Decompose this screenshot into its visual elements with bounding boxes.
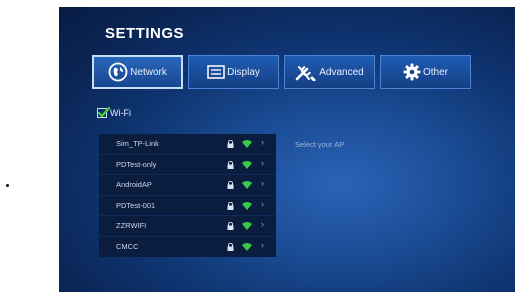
wifi-signal-icon xyxy=(242,242,252,251)
settings-title: SETTINGS xyxy=(105,25,185,42)
chevron-right-icon: › xyxy=(261,198,264,209)
wifi-signal-icon xyxy=(242,181,252,189)
wifi-checkbox[interactable] xyxy=(97,106,110,118)
wifi-label: Wi-Fi xyxy=(110,108,131,118)
network-ssid: Sim_TP-Link xyxy=(116,139,159,149)
network-row[interactable]: PDTest-only › xyxy=(99,155,276,175)
chevron-right-icon: › xyxy=(261,178,264,188)
wifi-signal-icon xyxy=(242,201,252,210)
lock-icon xyxy=(227,222,234,230)
lock-icon xyxy=(227,140,234,148)
network-ssid: PDTest-only xyxy=(116,159,157,169)
network-row[interactable]: Sim_TP-Link › xyxy=(99,134,276,155)
chevron-right-icon: › xyxy=(261,239,264,250)
gear-icon xyxy=(403,63,421,81)
display-icon xyxy=(207,65,225,79)
lock-icon xyxy=(227,242,234,251)
page-marker-dot xyxy=(6,184,9,187)
wifi-signal-icon xyxy=(242,140,252,148)
tab-other[interactable]: Other xyxy=(380,55,471,89)
checkmark-icon xyxy=(97,106,110,118)
tab-advanced-label: Advanced xyxy=(319,66,364,78)
lock-icon xyxy=(227,160,234,169)
tab-network[interactable]: Network xyxy=(92,55,183,89)
network-row[interactable]: ZZRWIFI › xyxy=(99,216,276,237)
settings-screen: SETTINGS Network Display Advanced Other … xyxy=(59,7,515,292)
tab-advanced[interactable]: Advanced xyxy=(284,55,375,89)
settings-tabs: Network Display Advanced Other xyxy=(92,55,472,89)
tab-network-label: Network xyxy=(130,66,167,78)
network-ssid: ZZRWIFI xyxy=(116,221,147,231)
tab-other-label: Other xyxy=(422,66,448,78)
network-ssid: CMCC xyxy=(116,242,139,252)
network-ssid: AndroidAP xyxy=(116,180,152,190)
tab-display[interactable]: Display xyxy=(188,55,279,89)
globe-icon xyxy=(108,62,128,82)
wifi-network-list: Sim_TP-Link › PDTest-only › AndroidAP › … xyxy=(99,134,276,257)
network-row[interactable]: CMCC › xyxy=(99,237,276,258)
tab-display-label: Display xyxy=(227,66,260,78)
wifi-signal-icon xyxy=(242,222,252,230)
wifi-signal-icon xyxy=(242,160,252,169)
network-row[interactable]: PDTest-001 › xyxy=(99,196,276,216)
chevron-right-icon: › xyxy=(261,219,264,229)
chevron-right-icon: › xyxy=(261,157,264,168)
network-ssid: PDTest-001 xyxy=(116,200,156,210)
wifi-toggle[interactable]: Wi-Fi xyxy=(97,106,131,118)
lock-icon xyxy=(227,181,234,189)
tools-icon xyxy=(295,66,316,81)
lock-icon xyxy=(227,201,234,210)
select-ap-prompt: Select your AP xyxy=(295,140,345,149)
network-row[interactable]: AndroidAP › xyxy=(99,175,276,196)
chevron-right-icon: › xyxy=(261,137,264,147)
